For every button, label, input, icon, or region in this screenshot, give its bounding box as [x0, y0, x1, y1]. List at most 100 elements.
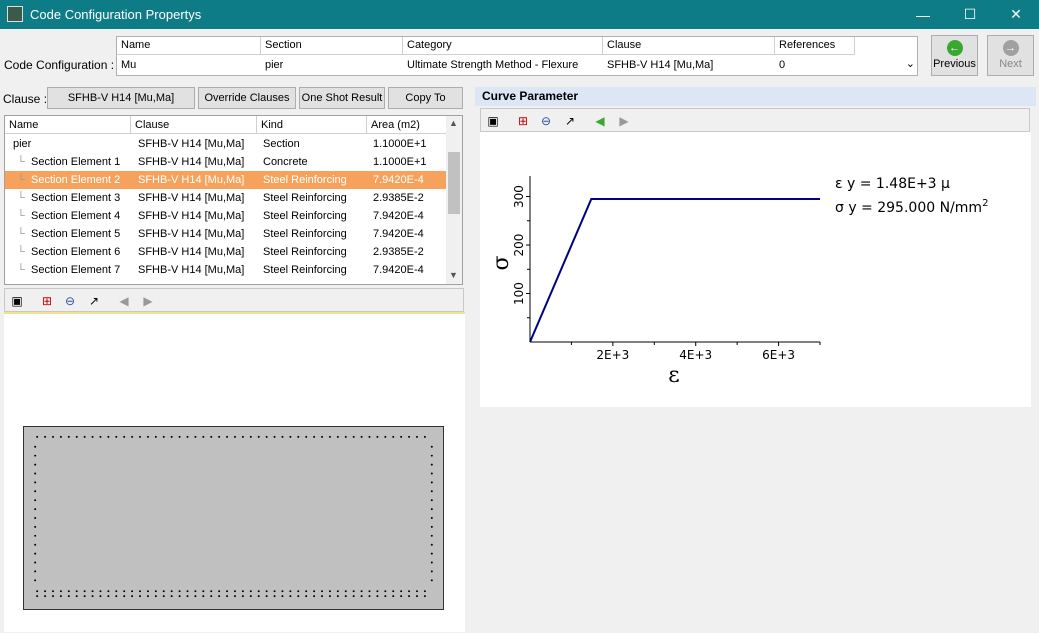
pan-icon[interactable]: ↗ — [86, 293, 102, 309]
row-area-cell: 1.1000E+1 — [373, 156, 427, 168]
pan-icon[interactable]: ↗ — [562, 113, 578, 129]
rebar-dot — [368, 435, 371, 438]
zoom-window-icon[interactable]: ⊞ — [39, 293, 55, 309]
rebar-dot — [178, 590, 181, 593]
table-row[interactable]: Section Element 6 SFHB-V H14 [Mu,Ma] Steel… — [5, 243, 448, 261]
copy-to-button[interactable]: Copy To — [388, 87, 463, 109]
rebar-dot — [34, 517, 37, 519]
x-tick-label: 6E+3 — [762, 348, 795, 362]
rebar-dot — [139, 595, 142, 598]
rebar-dot — [430, 525, 433, 528]
table-row[interactable]: Section Element 2 SFHB-V H14 [Mu,Ma] Steel… — [5, 171, 448, 189]
row-area-cell: 7.9420E-4 — [373, 228, 424, 240]
y-tick-label: 300 — [512, 185, 526, 208]
col-area[interactable]: Area (m2) — [367, 116, 448, 134]
next-button[interactable]: → Next — [987, 35, 1034, 76]
rebar-dot — [34, 552, 37, 555]
rebar-dot — [91, 590, 94, 593]
rebar-dot — [360, 590, 363, 593]
code-config-label: Code Configuration : — [4, 58, 115, 72]
rebar-dot — [430, 508, 433, 511]
select-tool-icon[interactable]: ▣ — [9, 293, 25, 309]
rebar-dot — [321, 595, 324, 598]
rebar-dot — [99, 590, 102, 593]
col-clause[interactable]: Clause — [131, 116, 257, 134]
table-row[interactable]: pier SFHB-V H14 [Mu,Ma] Section 1.1000E+1 — [5, 135, 448, 153]
previous-button[interactable]: ← Previous — [931, 35, 978, 76]
zoom-window-icon[interactable]: ⊞ — [515, 113, 531, 129]
tree-connector-icon: └ — [17, 246, 25, 258]
maximize-button[interactable]: ☐ — [947, 0, 993, 29]
scroll-down-icon[interactable]: ▼ — [449, 270, 458, 280]
rebar-dot — [67, 435, 70, 438]
rebar-dot — [400, 590, 403, 593]
table-row[interactable]: Section Element 7 SFHB-V H14 [Mu,Ma] Steel… — [5, 261, 448, 279]
chevron-down-icon[interactable]: ⌄ — [906, 57, 915, 70]
table-row[interactable]: Section Element 4 SFHB-V H14 [Mu,Ma] Steel… — [5, 207, 448, 225]
rebar-dot — [139, 590, 142, 593]
override-clauses-button[interactable]: Override Clauses — [198, 87, 296, 109]
cc-header-section: Section — [261, 37, 403, 55]
row-name-cell: Section Element 1 — [31, 156, 121, 168]
code-config-dropdown[interactable]: Name Section Category Clause References … — [116, 36, 918, 76]
scroll-up-icon[interactable]: ▲ — [449, 118, 458, 128]
rebar-dot — [226, 595, 229, 598]
rebar-dot — [392, 435, 395, 438]
rebar-dot — [146, 590, 149, 593]
rebar-dot — [210, 595, 213, 598]
rebar-dot — [415, 435, 418, 438]
rebar-dot — [34, 463, 37, 466]
forward-icon[interactable]: ▶ — [140, 293, 156, 309]
one-shot-result-button[interactable]: One Shot Result — [299, 87, 385, 109]
rebar-dot — [226, 590, 229, 593]
rebar-dot — [226, 435, 229, 438]
section-elements-table[interactable]: Name Clause Kind Area (m2) pier SFHB-V H1… — [4, 115, 463, 285]
scroll-thumb[interactable] — [448, 152, 460, 214]
table-row[interactable]: Section Element 3 SFHB-V H14 [Mu,Ma] Steel… — [5, 189, 448, 207]
rebar-dot — [336, 590, 339, 593]
clause-select-button[interactable]: SFHB-V H14 [Mu,Ma] — [47, 87, 195, 109]
previous-label: Previous — [933, 58, 976, 70]
tree-connector-icon: └ — [17, 174, 25, 186]
rebar-dot — [178, 435, 181, 438]
rebar-dot — [154, 595, 157, 598]
row-clause-cell: SFHB-V H14 [Mu,Ma] — [138, 246, 245, 258]
rebar-dot — [344, 595, 347, 598]
rebar-dot — [360, 435, 363, 438]
zoom-out-icon[interactable]: ⊖ — [538, 113, 554, 129]
rebar-dot — [305, 590, 308, 593]
rebar-dot — [67, 590, 70, 593]
row-name-cell: pier — [13, 138, 32, 150]
rebar-dot — [123, 595, 126, 598]
col-name[interactable]: Name — [5, 116, 131, 134]
curve-toolbar: ▣ ⊞ ⊖ ↗ ◀ ▶ — [480, 108, 1030, 132]
zoom-out-icon[interactable]: ⊖ — [62, 293, 78, 309]
table-scrollbar[interactable]: ▲ ▼ — [446, 116, 462, 284]
rebar-dot — [34, 508, 37, 511]
back-icon[interactable]: ◀ — [116, 293, 132, 309]
rebar-dot — [131, 595, 134, 598]
rebar-dot — [186, 590, 189, 593]
tree-connector-icon: └ — [17, 264, 25, 276]
rebar-dot — [241, 595, 244, 598]
rebar-dot — [36, 595, 39, 598]
rebar-dot — [321, 435, 324, 438]
close-button[interactable]: ✕ — [993, 0, 1039, 29]
minimize-button[interactable]: — — [900, 0, 946, 29]
rebar-dot — [34, 579, 37, 582]
rebar-dot — [154, 590, 157, 593]
select-tool-icon[interactable]: ▣ — [485, 113, 501, 129]
cc-value-section: pier — [265, 59, 284, 71]
rebar-dot — [336, 435, 339, 438]
col-kind[interactable]: Kind — [257, 116, 367, 134]
rebar-dot — [430, 534, 433, 537]
forward-icon[interactable]: ▶ — [616, 113, 632, 129]
row-clause-cell: SFHB-V H14 [Mu,Ma] — [138, 210, 245, 222]
table-row[interactable]: Section Element 1 SFHB-V H14 [Mu,Ma] Concr… — [5, 153, 448, 171]
rebar-dot — [344, 590, 347, 593]
stress-strain-curve — [529, 197, 820, 343]
rebar-dot — [241, 590, 244, 593]
table-row[interactable]: Section Element 5 SFHB-V H14 [Mu,Ma] Steel… — [5, 225, 448, 243]
back-icon[interactable]: ◀ — [592, 113, 608, 129]
rebar-dot — [368, 595, 371, 598]
